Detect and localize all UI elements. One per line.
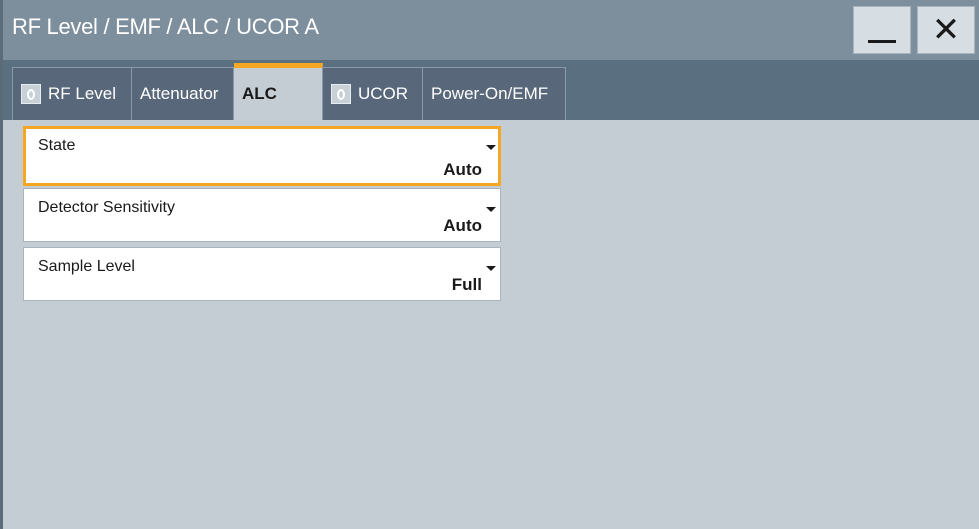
minimize-icon — [868, 39, 896, 43]
tab-label: Power-On/EMF — [431, 84, 549, 103]
tab-label: UCOR — [358, 84, 409, 103]
field-label: Sample Level — [38, 258, 135, 275]
tab-bar: RF Level Attenuator ALC UCOR Power-On/EM… — [3, 61, 979, 120]
close-icon: ✕ — [931, 10, 961, 50]
field-value: Auto — [443, 160, 482, 179]
tab-label: ALC — [242, 84, 277, 103]
tab-label: RF Level — [48, 84, 117, 103]
state-dropdown[interactable]: State Auto — [23, 126, 501, 186]
minimize-button[interactable] — [853, 6, 911, 54]
tab-rf-level[interactable]: RF Level — [12, 67, 132, 120]
field-label: State — [38, 137, 76, 154]
dropdown-arrow-icon — [486, 145, 496, 150]
tab-ucor[interactable]: UCOR — [323, 67, 423, 120]
tab-attenuator[interactable]: Attenuator — [132, 67, 234, 120]
field-label: Detector Sensitivity — [38, 199, 175, 216]
dropdown-arrow-icon — [486, 207, 496, 212]
close-button[interactable]: ✕ — [917, 6, 975, 54]
tab-label: Attenuator — [140, 84, 219, 103]
title-bar: RF Level / EMF / ALC / UCOR A ✕ — [3, 0, 979, 61]
rf-level-dialog: RF Level / EMF / ALC / UCOR A ✕ RF Level… — [0, 0, 979, 529]
dropdown-arrow-icon — [486, 266, 496, 271]
tab-power-on-emf[interactable]: Power-On/EMF — [423, 67, 566, 120]
field-value: Full — [451, 275, 482, 294]
window-title: RF Level / EMF / ALC / UCOR A — [12, 14, 319, 39]
detector-sensitivity-dropdown[interactable]: Detector Sensitivity Auto — [23, 188, 501, 242]
tab-state-led-icon — [21, 84, 41, 104]
tab-alc[interactable]: ALC — [234, 63, 323, 120]
sample-level-dropdown[interactable]: Sample Level Full — [23, 247, 501, 301]
field-value: Auto — [443, 216, 482, 235]
alc-panel: State Auto Detector Sensitivity Auto Sam… — [3, 120, 979, 529]
tab-state-led-icon — [331, 84, 351, 104]
